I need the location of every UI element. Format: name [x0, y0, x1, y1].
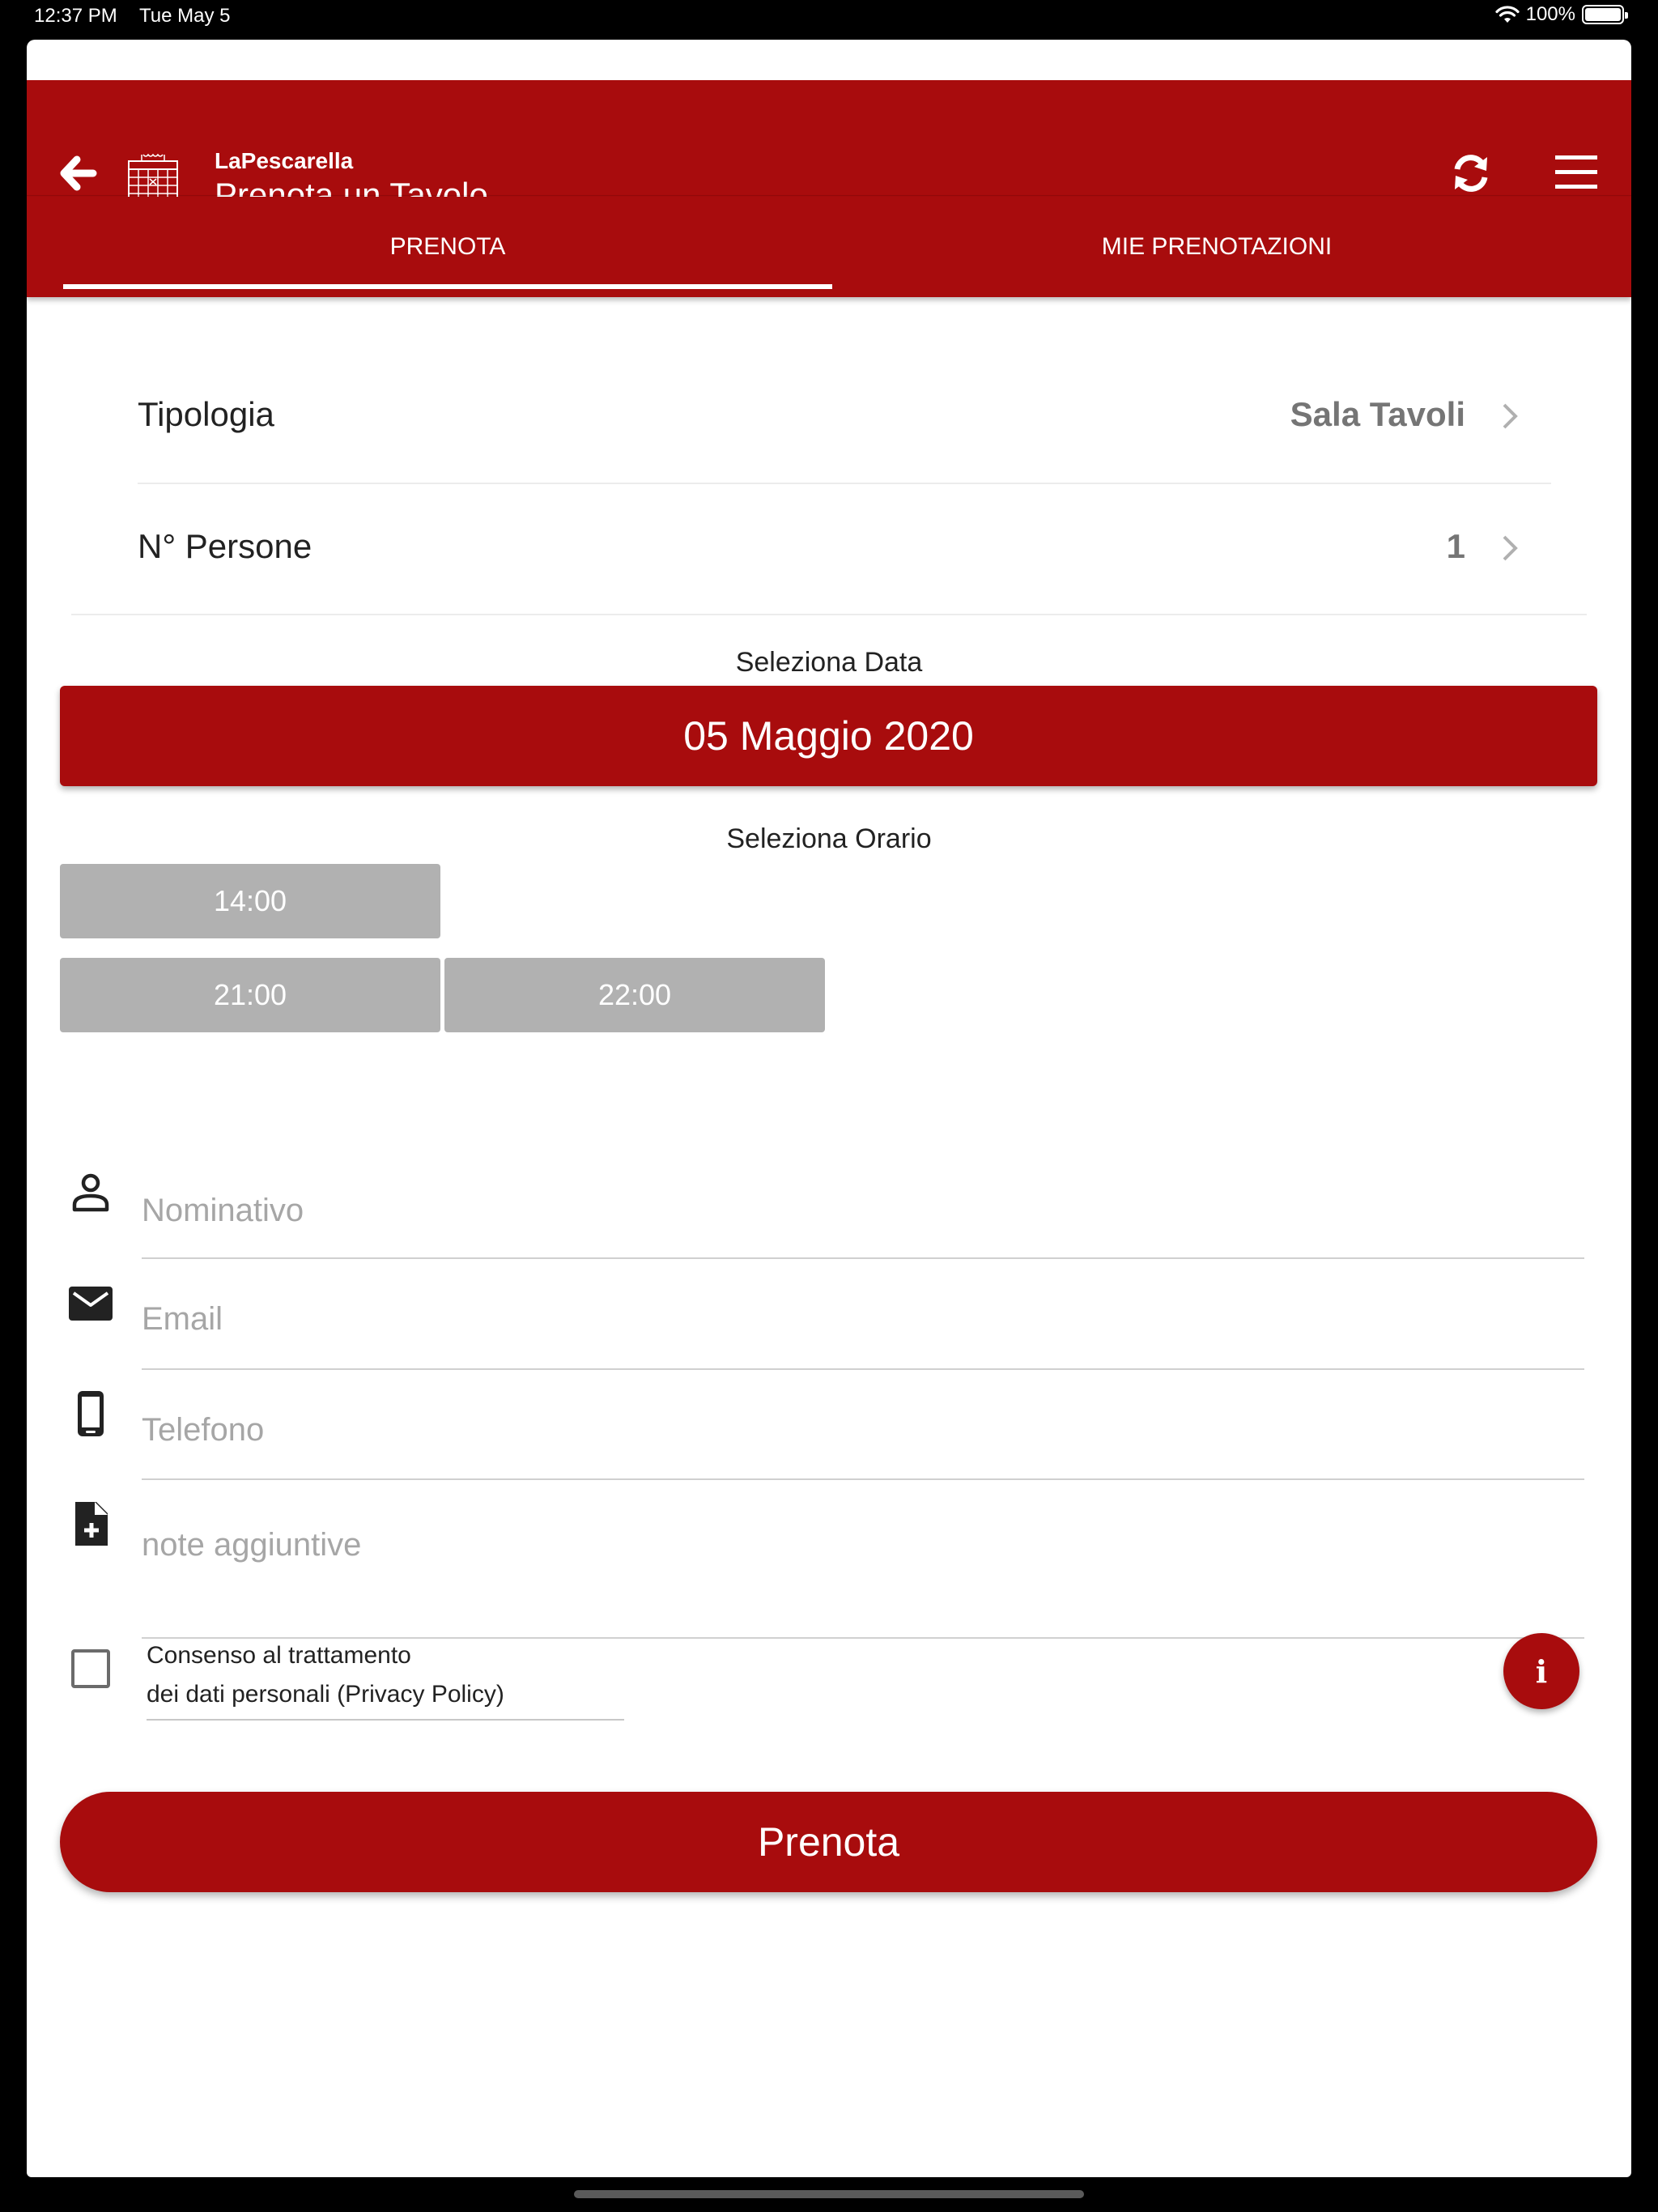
phone-icon: [78, 1391, 104, 1436]
tab-prenota[interactable]: PRENOTA: [63, 197, 832, 297]
chevron-right-icon: [1503, 535, 1518, 561]
notes-field[interactable]: note aggiuntive: [142, 1480, 1584, 1639]
app-brand: LaPescarella: [215, 148, 354, 173]
persone-label: N° Persone: [138, 527, 312, 565]
name-placeholder: Nominativo: [142, 1193, 304, 1228]
email-placeholder: Email: [142, 1301, 223, 1337]
info-icon: i: [1535, 1653, 1548, 1690]
header-divider: [27, 195, 1631, 196]
active-tab-indicator: [63, 284, 832, 289]
app-window: LaPescarella Prenota un Tavolo PRENOTA M…: [27, 40, 1631, 2177]
tipologia-row[interactable]: Tipologia Sala Tavoli: [138, 351, 1579, 483]
tipologia-label: Tipologia: [138, 395, 274, 433]
phone-placeholder: Telefono: [142, 1412, 265, 1448]
time-slot[interactable]: 21:00: [60, 958, 440, 1032]
chevron-right-icon: [1503, 403, 1518, 429]
note-add-icon: [75, 1502, 108, 1546]
time-section-label: Seleziona Orario: [726, 823, 932, 854]
consent-line-1: Consenso al trattamento: [147, 1642, 411, 1669]
tipologia-value: Sala Tavoli: [1290, 395, 1465, 433]
email-field[interactable]: Email: [142, 1259, 1584, 1370]
status-time: 12:37 PM: [34, 5, 117, 27]
battery-percent: 100%: [1525, 3, 1575, 25]
wifi-icon: [1495, 6, 1520, 23]
consent-checkbox[interactable]: [71, 1649, 110, 1688]
notes-placeholder: note aggiuntive: [142, 1527, 362, 1563]
person-icon: [72, 1173, 109, 1212]
tab-bar: PRENOTA MIE PRENOTAZIONI: [27, 197, 1631, 297]
date-section-label: Seleziona Data: [735, 647, 923, 678]
persone-row[interactable]: N° Persone 1: [138, 483, 1579, 615]
name-field[interactable]: Nominativo: [142, 1149, 1584, 1259]
time-slot[interactable]: 22:00: [444, 958, 825, 1032]
row-divider: [71, 614, 1587, 615]
tab-mie-prenotazioni[interactable]: MIE PRENOTAZIONI: [832, 197, 1601, 297]
status-right: 100%: [1495, 3, 1628, 26]
refresh-icon[interactable]: [1449, 151, 1493, 195]
back-arrow-icon[interactable]: [57, 153, 98, 194]
mail-icon: [69, 1287, 113, 1321]
status-date: Tue May 5: [139, 5, 231, 27]
time-slot[interactable]: 14:00: [60, 864, 440, 938]
home-indicator: [574, 2190, 1084, 2198]
consent-line-2: dei dati personali (Privacy Policy): [147, 1681, 504, 1708]
info-button[interactable]: i: [1503, 1633, 1579, 1709]
status-bar: 12:37 PM Tue May 5 100%: [0, 0, 1658, 36]
menu-icon[interactable]: [1555, 154, 1597, 189]
consent-text[interactable]: Consenso al trattamento dei dati persona…: [147, 1636, 624, 1721]
date-select-button[interactable]: 05 Maggio 2020: [60, 686, 1597, 786]
persone-value: 1: [1446, 527, 1465, 565]
prenota-submit-button[interactable]: Prenota: [60, 1792, 1597, 1892]
phone-field[interactable]: Telefono: [142, 1370, 1584, 1480]
battery-icon: [1582, 5, 1628, 24]
